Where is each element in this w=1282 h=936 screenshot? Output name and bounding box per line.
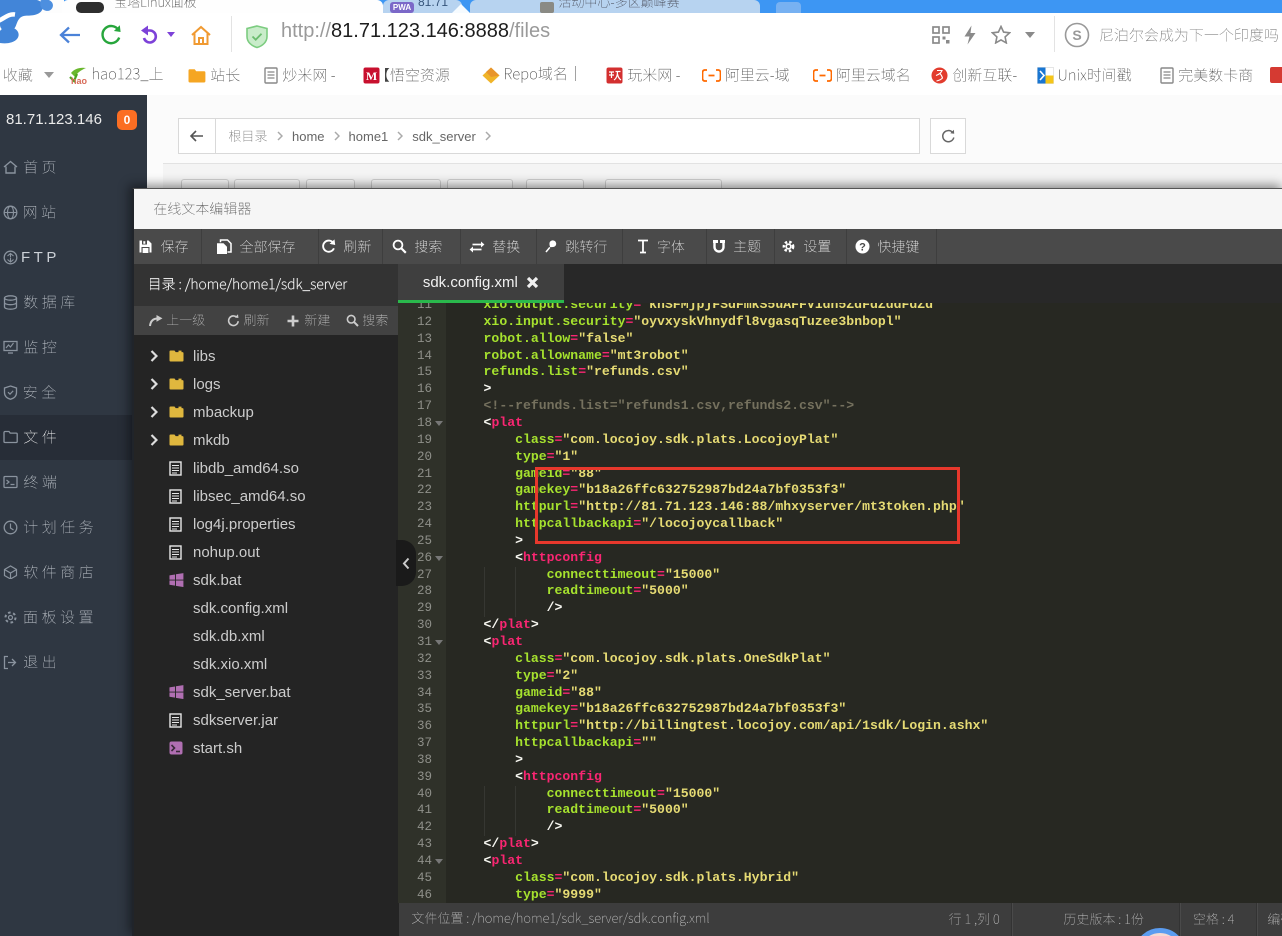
svg-text:M: M bbox=[366, 69, 377, 83]
svg-text:hao: hao bbox=[71, 76, 88, 85]
svg-text:S: S bbox=[1072, 27, 1081, 43]
svg-text:?: ? bbox=[859, 241, 866, 253]
